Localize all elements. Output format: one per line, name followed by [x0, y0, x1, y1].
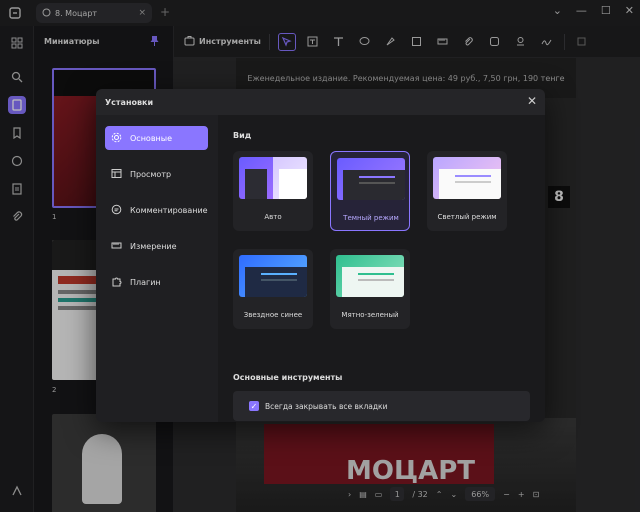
tools-section-title: Основные инструменты — [233, 373, 343, 382]
theme-preview-mint-green — [336, 255, 404, 297]
nav-item-label: Измерение — [130, 241, 177, 251]
theme-label: Темный режим — [343, 214, 399, 222]
close-all-tabs-row[interactable]: ✓ Всегда закрывать все вкладки — [233, 391, 530, 421]
nav-item-measurement[interactable]: Измерение — [105, 234, 208, 258]
comment-icon — [111, 204, 122, 217]
gear-icon — [111, 132, 122, 145]
theme-card-mint-green[interactable]: Мятно-зеленый — [330, 249, 410, 329]
nav-item-label: Просмотр — [130, 169, 172, 179]
dialog-title: Установки — [105, 98, 154, 107]
theme-label: Звездное синее — [243, 311, 303, 319]
theme-card-starry-blue[interactable]: Звездное синее — [233, 249, 313, 329]
nav-item-label: Основные — [130, 133, 173, 143]
ruler-icon — [111, 240, 122, 253]
theme-label: Светлый режим — [437, 213, 497, 221]
close-all-tabs-checkbox[interactable]: ✓ — [249, 401, 259, 411]
nav-item-commenting[interactable]: Комментирование — [105, 198, 208, 222]
close-all-tabs-label: Всегда закрывать все вкладки — [265, 401, 388, 411]
theme-label: Авто — [264, 213, 282, 221]
nav-item-plugin[interactable]: Плагин — [105, 270, 208, 294]
theme-preview-light — [433, 157, 501, 199]
settings-dialog: Установки ✕ Основные Просмотр Комментиро… — [96, 89, 545, 422]
theme-preview-auto — [239, 157, 307, 199]
nav-item-view[interactable]: Просмотр — [105, 162, 208, 186]
theme-preview-dark — [337, 158, 405, 200]
view-section-title: Вид — [233, 131, 252, 140]
settings-nav: Основные Просмотр Комментирование Измере… — [96, 115, 218, 422]
theme-card-auto[interactable]: Авто — [233, 151, 313, 231]
view-icon — [111, 168, 122, 181]
nav-item-label: Комментирование — [130, 205, 208, 215]
nav-item-general[interactable]: Основные — [105, 126, 208, 150]
nav-item-label: Плагин — [130, 277, 161, 287]
theme-label: Мятно-зеленый — [341, 311, 399, 319]
close-dialog-icon[interactable]: ✕ — [527, 94, 537, 108]
app-window: 8. Моцарт × + ⌄ — ☐ ✕ Миниатюры 1 2 Инст… — [0, 0, 640, 512]
theme-card-dark[interactable]: Темный режим — [330, 151, 410, 231]
puzzle-icon — [111, 276, 122, 289]
theme-card-light[interactable]: Светлый режим — [427, 151, 507, 231]
theme-preview-starry-blue — [239, 255, 307, 297]
settings-content: Вид Авто Темный режим Светлый режим Звез… — [218, 115, 545, 422]
